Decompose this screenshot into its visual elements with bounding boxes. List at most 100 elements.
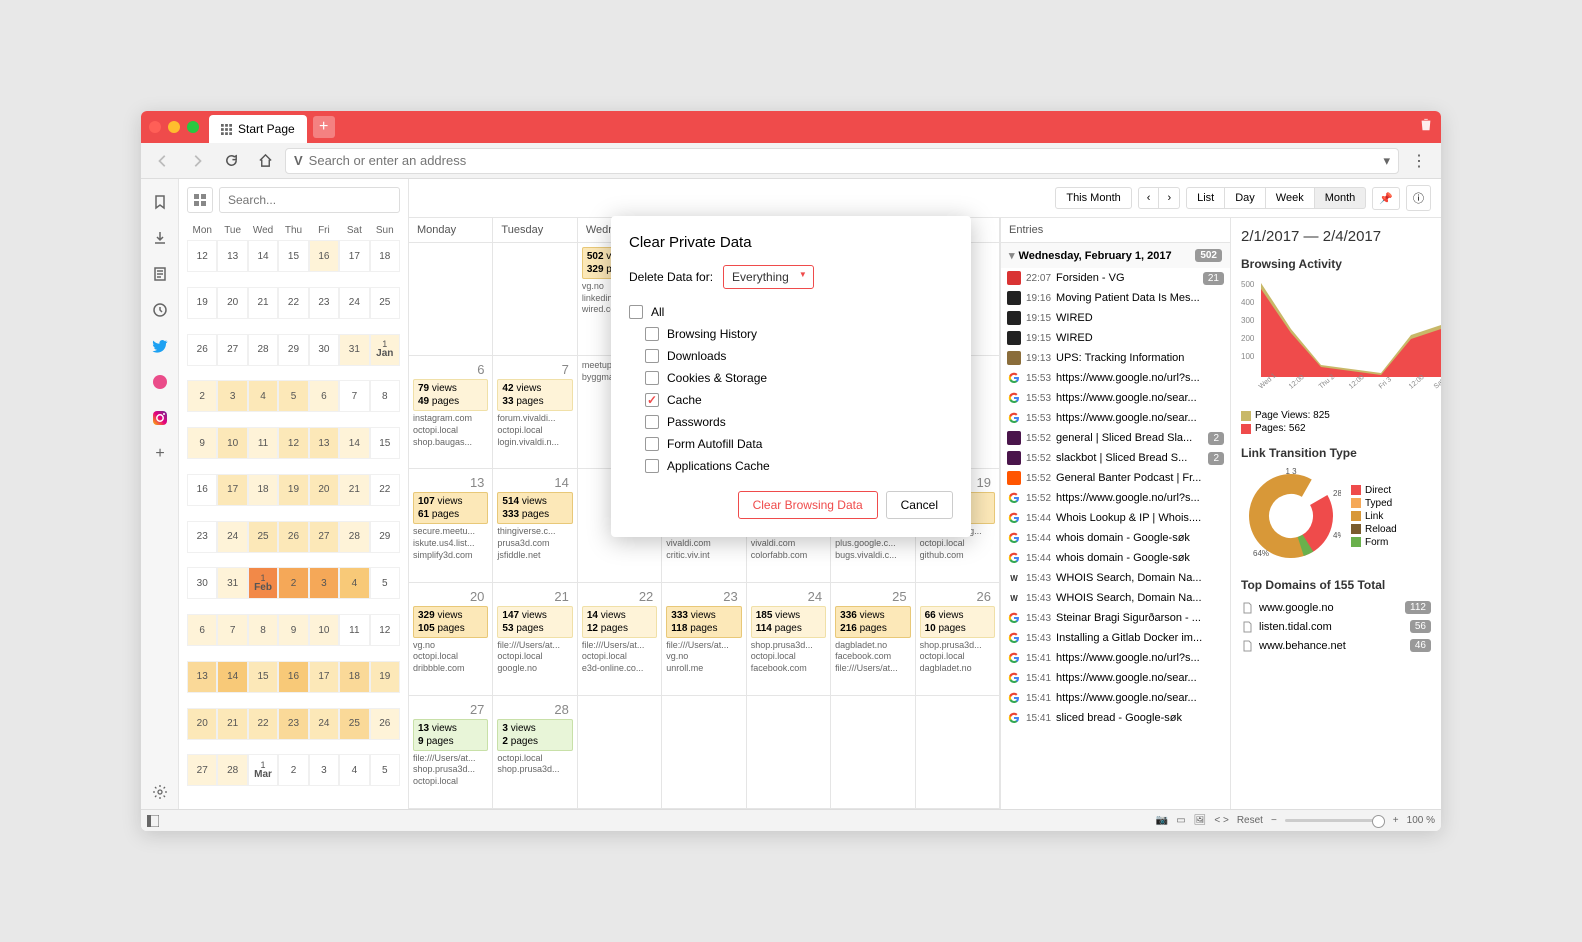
history-entry[interactable]: 15:43Steinar Bragi Sigurðarson - ... bbox=[1001, 608, 1230, 628]
mini-day[interactable]: 10 bbox=[217, 427, 247, 459]
menu-button[interactable]: ⋮ bbox=[1405, 147, 1433, 175]
devtools-icon[interactable]: < > bbox=[1214, 815, 1228, 826]
notes-icon[interactable] bbox=[141, 257, 179, 291]
checkbox-browsing-history[interactable]: Browsing History bbox=[629, 323, 953, 345]
checkbox-downloads[interactable]: Downloads bbox=[629, 345, 953, 367]
mini-day[interactable]: 25 bbox=[370, 287, 400, 319]
checkbox-applications-cache[interactable]: Applications Cache bbox=[629, 455, 953, 477]
mini-day[interactable]: 7 bbox=[217, 614, 247, 646]
mini-day[interactable]: 10 bbox=[309, 614, 339, 646]
history-entry[interactable]: 19:15WIRED bbox=[1001, 308, 1230, 328]
mini-day[interactable]: 3 bbox=[309, 567, 339, 599]
mini-day[interactable]: 11 bbox=[248, 427, 278, 459]
top-domain[interactable]: www.behance.net46 bbox=[1241, 636, 1431, 655]
day-cell[interactable]: 2214 views12 pagesfile:///Users/at...oct… bbox=[578, 583, 662, 696]
mini-day[interactable]: 31 bbox=[217, 567, 247, 599]
mini-day[interactable]: 23 bbox=[187, 521, 217, 553]
mini-day[interactable]: 26 bbox=[278, 521, 308, 553]
mini-day[interactable]: 6 bbox=[187, 614, 217, 646]
day-cell[interactable] bbox=[747, 696, 831, 809]
mini-day[interactable]: 31 bbox=[339, 334, 369, 366]
top-domain[interactable]: www.google.no112 bbox=[1241, 598, 1431, 617]
mini-day[interactable]: 7 bbox=[339, 380, 369, 412]
zoom-reset[interactable]: Reset bbox=[1237, 815, 1263, 826]
add-panel-button[interactable]: + bbox=[141, 437, 179, 471]
mini-day[interactable]: 3 bbox=[217, 380, 247, 412]
history-entry[interactable]: 15:53https://www.google.no/url?s... bbox=[1001, 368, 1230, 388]
mini-day[interactable]: 18 bbox=[339, 661, 369, 693]
view-week[interactable]: Week bbox=[1266, 187, 1315, 209]
history-entry[interactable]: 15:53https://www.google.no/sear... bbox=[1001, 408, 1230, 428]
day-cell[interactable] bbox=[662, 696, 746, 809]
mini-day[interactable]: 30 bbox=[309, 334, 339, 366]
history-entry[interactable]: 15:41https://www.google.no/sear... bbox=[1001, 688, 1230, 708]
day-cell[interactable]: 24185 views114 pagesshop.prusa3d...octop… bbox=[747, 583, 831, 696]
mini-day[interactable]: 23 bbox=[278, 708, 308, 740]
view-month[interactable]: Month bbox=[1315, 187, 1367, 209]
mini-day[interactable]: 21 bbox=[339, 474, 369, 506]
mini-day[interactable]: 1Mar bbox=[248, 754, 278, 786]
view-list[interactable]: List bbox=[1186, 187, 1225, 209]
mini-day[interactable]: 5 bbox=[370, 567, 400, 599]
mini-day[interactable]: 19 bbox=[278, 474, 308, 506]
mini-day[interactable]: 2 bbox=[278, 754, 308, 786]
grid-view-icon[interactable] bbox=[187, 187, 213, 213]
prev-button[interactable]: ‹ bbox=[1138, 187, 1160, 209]
history-entry[interactable]: 15:52https://www.google.no/url?s... bbox=[1001, 488, 1230, 508]
instagram-icon[interactable] bbox=[141, 401, 179, 435]
mini-day[interactable]: 30 bbox=[187, 567, 217, 599]
mini-day[interactable]: 19 bbox=[370, 661, 400, 693]
mini-day[interactable]: 17 bbox=[217, 474, 247, 506]
history-entry[interactable]: 15:53https://www.google.no/sear... bbox=[1001, 388, 1230, 408]
panel-toggle-icon[interactable] bbox=[147, 815, 159, 827]
mini-day[interactable]: 1Feb bbox=[248, 567, 278, 599]
mini-day[interactable]: 2 bbox=[187, 380, 217, 412]
entries-day-header[interactable]: ▾Wednesday, February 1, 2017 502 bbox=[1001, 243, 1230, 268]
reload-button[interactable] bbox=[217, 147, 245, 175]
tiling-icon[interactable]: ▭ bbox=[1176, 815, 1185, 826]
mini-day[interactable]: 8 bbox=[248, 614, 278, 646]
day-cell[interactable] bbox=[916, 696, 1000, 809]
mini-day[interactable]: 9 bbox=[187, 427, 217, 459]
mini-day[interactable]: 13 bbox=[217, 240, 247, 272]
checkbox-cache[interactable]: ✓Cache bbox=[629, 389, 953, 411]
mini-day[interactable]: 29 bbox=[370, 521, 400, 553]
mini-day[interactable]: 9 bbox=[278, 614, 308, 646]
day-cell[interactable] bbox=[578, 696, 662, 809]
mini-day[interactable]: 8 bbox=[370, 380, 400, 412]
mini-day[interactable]: 27 bbox=[217, 334, 247, 366]
history-entry[interactable]: 15:44whois domain - Google-søk bbox=[1001, 548, 1230, 568]
bookmarks-icon[interactable] bbox=[141, 185, 179, 219]
mini-day[interactable]: 15 bbox=[370, 427, 400, 459]
day-cell[interactable]: 21147 views53 pagesfile:///Users/at...oc… bbox=[493, 583, 577, 696]
checkbox-form-autofill-data[interactable]: Form Autofill Data bbox=[629, 433, 953, 455]
history-entry[interactable]: 15:43Installing a Gitlab Docker im... bbox=[1001, 628, 1230, 648]
mini-day[interactable]: 4 bbox=[339, 567, 369, 599]
twitter-icon[interactable] bbox=[141, 329, 179, 363]
mini-day[interactable]: 22 bbox=[278, 287, 308, 319]
mini-day[interactable]: 14 bbox=[248, 240, 278, 272]
mini-day[interactable]: 14 bbox=[217, 661, 247, 693]
zoom-slider[interactable] bbox=[1285, 819, 1385, 822]
close-button[interactable] bbox=[149, 121, 161, 133]
day-cell[interactable] bbox=[831, 696, 915, 809]
mini-day[interactable]: 24 bbox=[309, 708, 339, 740]
minimize-button[interactable] bbox=[168, 121, 180, 133]
info-button[interactable]: ⓘ bbox=[1406, 185, 1431, 211]
mini-day[interactable]: 29 bbox=[278, 334, 308, 366]
history-entry[interactable]: 15:52general | Sliced Bread Sla...2 bbox=[1001, 428, 1230, 448]
mini-day[interactable]: 15 bbox=[278, 240, 308, 272]
clear-button[interactable]: Clear Browsing Data bbox=[738, 491, 878, 519]
address-input[interactable] bbox=[309, 153, 1378, 168]
mini-day[interactable]: 6 bbox=[309, 380, 339, 412]
mini-day[interactable]: 12 bbox=[187, 240, 217, 272]
mini-day[interactable]: 23 bbox=[309, 287, 339, 319]
mini-day[interactable]: 21 bbox=[248, 287, 278, 319]
timeframe-select[interactable]: Everything bbox=[723, 265, 814, 289]
day-cell[interactable] bbox=[493, 243, 577, 356]
mini-day[interactable]: 1Jan bbox=[370, 334, 400, 366]
history-entry[interactable]: 15:44Whois Lookup & IP | Whois.... bbox=[1001, 508, 1230, 528]
mini-day[interactable]: 16 bbox=[278, 661, 308, 693]
history-entry[interactable]: 15:44whois domain - Google-søk bbox=[1001, 528, 1230, 548]
top-domain[interactable]: listen.tidal.com56 bbox=[1241, 617, 1431, 636]
